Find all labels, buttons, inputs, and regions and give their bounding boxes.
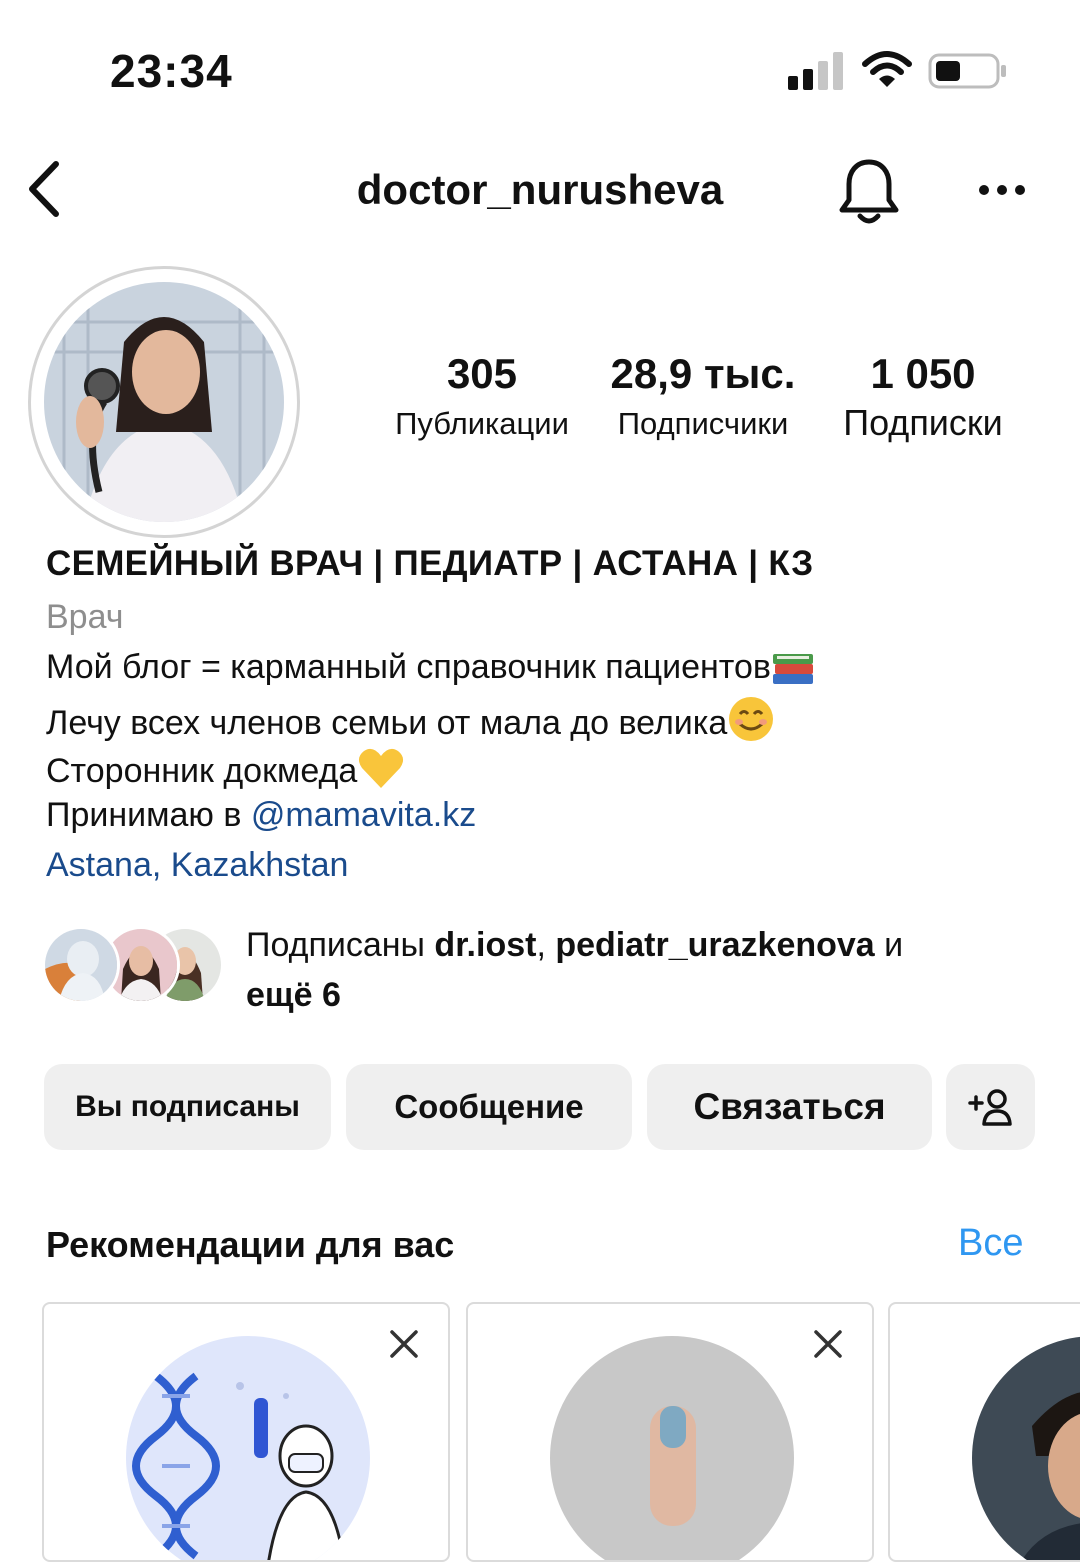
profile-avatar[interactable] — [44, 282, 284, 522]
stat-posts[interactable]: 305 Публикации — [372, 350, 592, 442]
smiling-face-emoji-icon — [729, 697, 774, 741]
recommendation-card[interactable] — [466, 1302, 874, 1562]
suggest-people-button[interactable] — [946, 1064, 1035, 1150]
bio-line: Мой блог = карманный справочник пациенто… — [46, 646, 817, 687]
stat-followers[interactable]: 28,9 тыс. Подписчики — [596, 350, 810, 442]
cellular-signal-icon — [788, 52, 843, 90]
battery-icon — [928, 53, 1006, 89]
message-button-label: Сообщение — [394, 1088, 584, 1125]
recommendations-title: Рекомендации для вас — [46, 1224, 455, 1265]
bell-icon[interactable] — [836, 156, 902, 226]
status-time: 23:34 — [110, 45, 233, 97]
bio-line: Принимаю в @mamavita.kz — [46, 796, 476, 835]
recommendation-card[interactable] — [888, 1302, 1080, 1562]
recommendation-card[interactable] — [42, 1302, 450, 1562]
close-icon[interactable] — [388, 1328, 420, 1360]
mutual-separator: , — [536, 926, 556, 964]
mutual-followers-text[interactable]: Подписаны dr.iost, pediatr_urazkenova и е… — [246, 920, 1046, 1020]
mutual-prefix: Подписаны — [246, 926, 435, 964]
mutual-conjunction: и — [874, 926, 904, 964]
posts-count: 305 — [446, 350, 518, 397]
followers-count: 28,9 тыс. — [610, 350, 796, 397]
close-icon[interactable] — [812, 1328, 844, 1360]
recommendation-avatar-image — [126, 1336, 370, 1560]
bio-line-text: Лечу всех членов семьи от мала до велика — [46, 704, 728, 742]
see-all-link[interactable]: Все — [958, 1222, 1023, 1265]
mention-link[interactable]: @mamavita.kz — [251, 796, 476, 834]
mutual-avatar[interactable] — [42, 926, 120, 1004]
bio-category: Врач — [46, 598, 124, 636]
books-emoji-icon — [772, 654, 813, 684]
recommendation-avatar-image — [972, 1336, 1080, 1560]
bio-line-text: Принимаю в — [46, 796, 251, 834]
mutual-avatar-photo — [45, 929, 117, 1001]
posts-label: Публикации — [395, 406, 569, 441]
recommendation-avatar[interactable] — [972, 1336, 1080, 1560]
following-button-label: Вы подписаны — [75, 1090, 300, 1123]
bio-display-name: СЕМЕЙНЫЙ ВРАЧ | ПЕДИАТР | АСТАНА | КЗ — [46, 544, 814, 583]
recommendation-avatar[interactable] — [550, 1336, 794, 1560]
person-add-icon — [967, 1089, 1012, 1126]
following-label: Подписки — [843, 402, 1003, 443]
recommendation-avatar[interactable] — [126, 1336, 370, 1560]
mutual-more-link[interactable]: ещё 6 — [246, 976, 341, 1014]
more-options-icon[interactable] — [974, 176, 1030, 204]
recommendation-avatar-image — [550, 1336, 794, 1560]
message-button[interactable]: Сообщение — [346, 1064, 632, 1150]
contact-button[interactable]: Связаться — [647, 1064, 932, 1150]
stat-following[interactable]: 1 050 Подписки — [820, 350, 1026, 444]
followers-label: Подписчики — [617, 406, 789, 441]
bio-line-text: Сторонник докмеда — [46, 752, 358, 790]
bio-line: Лечу всех членов семьи от мала до велика — [46, 696, 775, 743]
following-count: 1 050 — [870, 350, 976, 397]
contact-button-label: Связаться — [693, 1086, 886, 1127]
wifi-icon — [862, 51, 912, 87]
mutual-user-link[interactable]: pediatr_urazkenova — [555, 926, 874, 964]
doctor-photo — [44, 282, 284, 522]
mutual-user-link[interactable]: dr.iost — [434, 926, 536, 964]
yellow-heart-emoji-icon — [359, 748, 404, 788]
bio-line-text: Мой блог = карманный справочник пациенто… — [46, 648, 771, 686]
following-button[interactable]: Вы подписаны — [44, 1064, 331, 1150]
location-link[interactable]: Astana, Kazakhstan — [46, 846, 348, 885]
bio-line: Сторонник докмеда — [46, 746, 405, 791]
profile-username: doctor_nurusheva — [356, 166, 724, 213]
